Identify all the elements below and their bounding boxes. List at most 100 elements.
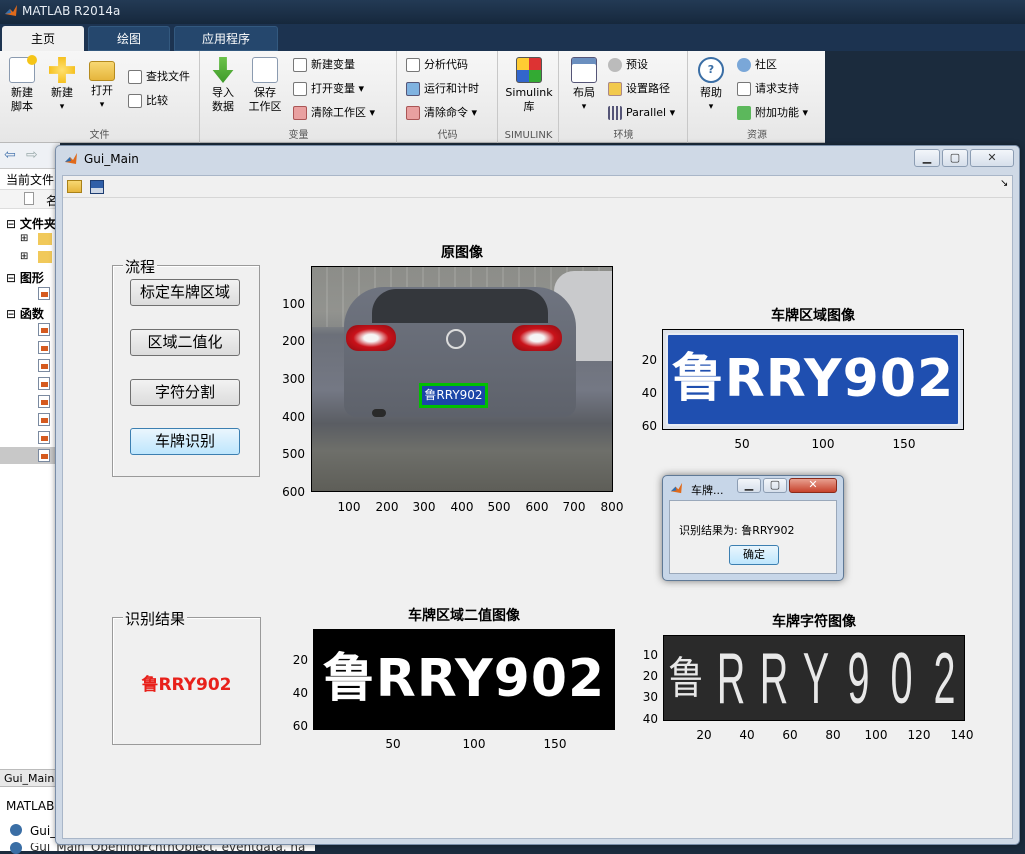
m-file-icon[interactable] [38,449,50,462]
m-file-icon[interactable] [38,395,50,408]
forward-arrow-icon[interactable]: ⇨ [26,147,38,163]
x-tick: 100 [462,737,486,751]
new-script-button[interactable]: 新建 脚本 [2,55,42,114]
run-and-time-button[interactable]: 运行和计时 [406,79,479,99]
clear-workspace-button[interactable]: 清除工作区 ▾ [293,103,375,123]
run-time-icon [406,82,420,96]
process-panel-title: 流程 [123,256,158,277]
x-tick: 60 [782,728,798,742]
minimize-button[interactable]: ▁ [914,149,940,167]
fig-file-icon[interactable] [38,287,50,300]
m-file-icon[interactable] [38,359,50,372]
folder-icon[interactable] [38,251,52,263]
x-tick: 20 [696,728,712,742]
open-file-icon[interactable] [67,180,82,193]
request-support-button[interactable]: 请求支持 [737,79,799,99]
open-variable-icon [293,82,307,96]
folder-icon[interactable] [38,233,52,245]
find-files-icon [128,70,142,84]
maximize-button[interactable]: ▢ [942,149,968,167]
dialog-message: 识别结果为: 鲁RRY902 [679,524,795,537]
group-label-file: 文件 [89,130,110,141]
locate-plate-button[interactable]: 标定车牌区域 [130,279,240,306]
m-file-icon[interactable] [38,341,50,354]
new-button[interactable]: 新建 ▾ [42,57,82,114]
save-icon[interactable] [90,180,104,194]
nav-bar: ⇦ ⇨ [0,143,60,169]
analyze-code-button[interactable]: 分析代码 [406,55,468,75]
name-column-header[interactable]: 名 [0,189,58,209]
help-icon: ? [698,57,724,83]
details-tab[interactable]: Gui_Main [0,769,58,787]
dialog-close-button[interactable]: ✕ [789,478,837,493]
y-tick: 40 [642,712,658,726]
maximize-icon: ▢ [769,478,781,491]
set-path-button[interactable]: 设置路径 [608,79,670,99]
community-button[interactable]: 社区 [737,55,777,75]
tab-home[interactable]: 主页 [2,26,84,51]
dialog-maximize-button[interactable]: ▢ [763,478,787,493]
import-data-button[interactable]: 导入 数据 [203,57,243,114]
x-tick: 200 [375,500,399,514]
close-button[interactable]: ✕ [970,149,1014,167]
function-section[interactable]: ⊟ 函数 [6,305,44,322]
m-file-icon[interactable] [38,431,50,444]
x-tick: 100 [337,500,361,514]
m-file-icon[interactable] [38,413,50,426]
preferences-button[interactable]: 预设 [608,55,648,75]
expand-icon[interactable]: ⊞ [20,233,28,244]
group-label-resources: 资源 [747,130,767,141]
figure-section[interactable]: ⊟ 图形 [6,269,44,286]
back-arrow-icon[interactable]: ⇦ [4,147,16,163]
open-variable-button[interactable]: 打开变量 ▾ [293,79,364,99]
find-files-button[interactable]: 查找文件 [128,67,190,87]
tab-apps[interactable]: 应用程序 [174,26,278,51]
close-icon: ✕ [808,478,818,491]
result-panel: 识别结果 鲁RRY902 [112,608,261,745]
save-workspace-button[interactable]: 保存 工作区 [245,57,285,114]
gear-icon [608,58,622,72]
segment-chars-button[interactable]: 字符分割 [130,379,240,406]
ok-button[interactable]: 确定 [729,545,779,565]
new-variable-button[interactable]: 新建变量 [293,55,355,75]
clear-commands-icon [406,106,420,120]
simulink-library-button[interactable]: Simulink 库 [505,57,553,114]
matlab-label: MATLAB [6,799,55,813]
parallel-button[interactable]: Parallel ▾ [608,103,675,123]
file-item-label[interactable]: Gui_ [30,824,56,838]
add-ons-button[interactable]: 附加功能 ▾ [737,103,808,123]
y-tick: 600 [282,485,305,499]
expand-icon[interactable]: ⊞ [20,251,28,262]
matlab-logo-icon [5,5,17,16]
app-title: MATLAB R2014a [22,4,121,18]
segmented-char: 9 [847,639,870,719]
plus-icon [49,57,75,83]
open-button[interactable]: 打开 ▾ [82,57,122,112]
tab-plots[interactable]: 绘图 [88,26,170,51]
result-text: 鲁RRY902 [141,675,232,695]
dialog-title: 车牌... [691,484,724,497]
x-tick: 140 [950,728,974,742]
ribbon-tabbar: 主页 绘图 应用程序 [0,24,1025,51]
compare-button[interactable]: 比较 [128,91,168,111]
help-button[interactable]: ? 帮助 ▾ [691,57,731,114]
ribbon-group-simulink: Simulink 库 SIMULINK [499,51,559,143]
dialog-minimize-button[interactable]: ▁ [737,478,761,493]
m-file-icon[interactable] [38,377,50,390]
process-panel: 流程 标定车牌区域 区域二值化 字符分割 车牌识别 [112,256,260,477]
layout-button[interactable]: 布局 ▾ [564,57,604,114]
m-file-icon[interactable] [38,323,50,336]
car-rear-window [372,289,548,323]
ribbon-group-environment: 布局 ▾ 预设 设置路径 Parallel ▾ 环境 [560,51,688,143]
folder-section[interactable]: ⊟ 文件夹 [6,215,56,232]
y-tick: 100 [282,297,305,311]
plate-region-image: 鲁RRY902 [662,329,964,430]
recognize-plate-button[interactable]: 车牌识别 [130,428,240,455]
right-taillight [512,325,562,351]
x-tick: 150 [892,437,916,451]
clear-commands-button[interactable]: 清除命令 ▾ [406,103,477,123]
y-tick: 40 [292,686,308,700]
toolbar-expand-icon[interactable]: ↘ [1000,178,1008,189]
x-tick: 400 [450,500,474,514]
binarize-button[interactable]: 区域二值化 [130,329,240,356]
